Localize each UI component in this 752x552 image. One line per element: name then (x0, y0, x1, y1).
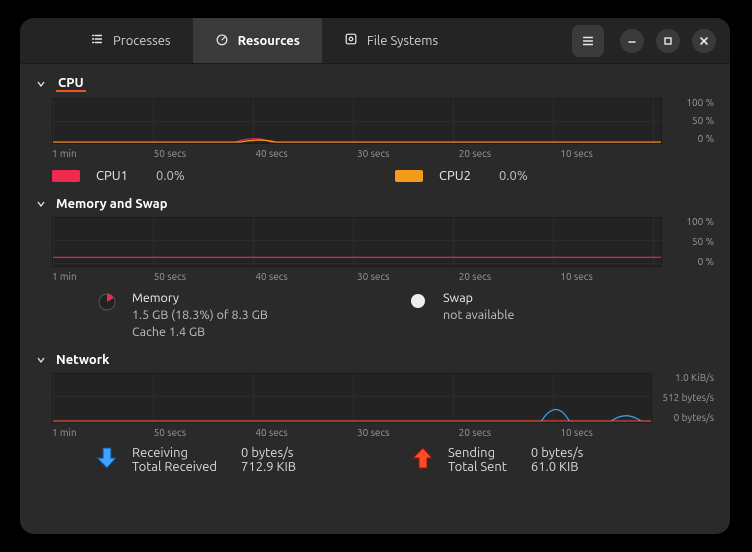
tab-label: File Systems (367, 34, 438, 48)
section-network: Network 1.0 KiB/s 512 bytes/s 0 bytes/s (20, 349, 730, 474)
section-header-memory[interactable]: Memory and Swap (26, 193, 724, 217)
memory-cache: Cache 1.4 GB (132, 324, 268, 341)
view-tabs: Processes Resources File Systems (20, 18, 552, 63)
section-cpu: CPU 100 % 50 % 0 % 1 min 50 sec (20, 72, 730, 193)
network-sending: Sending Total Sent 0 bytes/s 61.0 KIB (412, 446, 698, 474)
send-total-label: Total Sent (448, 460, 507, 474)
menu-button[interactable] (572, 25, 604, 57)
send-label: Sending (448, 446, 507, 460)
cpu2-swatch (395, 170, 423, 182)
cpu2-value: 0.0% (499, 169, 528, 183)
maximize-button[interactable] (656, 29, 680, 53)
cpu1-label: CPU1 (96, 169, 140, 183)
network-chart (52, 373, 652, 423)
network-ylabels: 1.0 KiB/s 512 bytes/s 0 bytes/s (652, 373, 714, 423)
cpu1-value: 0.0% (156, 169, 185, 183)
gauge-icon (215, 32, 229, 49)
section-header-cpu[interactable]: CPU (26, 72, 724, 98)
download-arrow-icon (96, 446, 118, 473)
send-value: 0 bytes/s (531, 446, 583, 460)
recv-label: Receiving (132, 446, 217, 460)
chevron-down-icon (36, 199, 48, 209)
recv-value: 0 bytes/s (241, 446, 296, 460)
disk-icon (344, 32, 358, 49)
memory-title: Memory (132, 290, 268, 307)
memory-pie-icon (96, 290, 118, 312)
section-memory: Memory and Swap 100 % 50 % 0 % 1 min 50 … (20, 193, 730, 349)
window-controls (552, 18, 730, 63)
swap-title: Swap (443, 290, 514, 307)
network-xlabels: 1 min 50 secs 40 secs 30 secs 20 secs 10… (26, 423, 724, 442)
tab-filesystems[interactable]: File Systems (322, 18, 460, 63)
upload-arrow-icon (412, 446, 434, 473)
send-total-value: 61.0 KIB (531, 460, 583, 474)
close-icon (699, 36, 709, 46)
close-button[interactable] (692, 29, 716, 53)
swap-readout: Swap not available (407, 290, 698, 341)
section-title: Network (56, 353, 109, 367)
swap-status: not available (443, 307, 514, 324)
maximize-icon (663, 36, 673, 46)
recv-total-label: Total Received (132, 460, 217, 474)
app-window: Processes Resources File Systems (20, 18, 730, 534)
chevron-down-icon (36, 355, 48, 365)
tab-resources[interactable]: Resources (193, 18, 322, 63)
cpu-ylabels: 100 % 50 % 0 % (662, 98, 714, 144)
memory-ylabels: 100 % 50 % 0 % (662, 217, 714, 267)
cpu1-swatch (52, 170, 80, 182)
minimize-icon (627, 36, 637, 46)
tab-processes[interactable]: Processes (68, 18, 193, 63)
content-area: CPU 100 % 50 % 0 % 1 min 50 sec (20, 64, 730, 534)
cpu2-label: CPU2 (439, 169, 483, 183)
list-icon (90, 32, 104, 49)
chevron-down-icon (36, 79, 48, 89)
recv-total-value: 712.9 KIB (241, 460, 296, 474)
section-title: CPU (56, 76, 86, 92)
section-header-network[interactable]: Network (26, 349, 724, 373)
memory-readout: Memory 1.5 GB (18.3%) of 8.3 GB Cache 1.… (96, 290, 387, 341)
minimize-button[interactable] (620, 29, 644, 53)
tab-label: Processes (113, 34, 171, 48)
hamburger-icon (581, 34, 595, 48)
memory-xlabels: 1 min 50 secs 40 secs 30 secs 20 secs 10… (26, 267, 724, 286)
cpu-chart (52, 98, 662, 144)
titlebar: Processes Resources File Systems (20, 18, 730, 64)
cpu-legend: CPU1 0.0% CPU2 0.0% (26, 163, 724, 193)
section-title: Memory and Swap (56, 197, 168, 211)
cpu-xlabels: 1 min 50 secs 40 secs 30 secs 20 secs 10… (26, 144, 724, 163)
tab-label: Resources (238, 34, 300, 48)
network-receiving: Receiving Total Received 0 bytes/s 712.9… (96, 446, 382, 474)
swap-pie-icon (407, 290, 429, 310)
memory-usage: 1.5 GB (18.3%) of 8.3 GB (132, 307, 268, 324)
memory-chart (52, 217, 662, 267)
